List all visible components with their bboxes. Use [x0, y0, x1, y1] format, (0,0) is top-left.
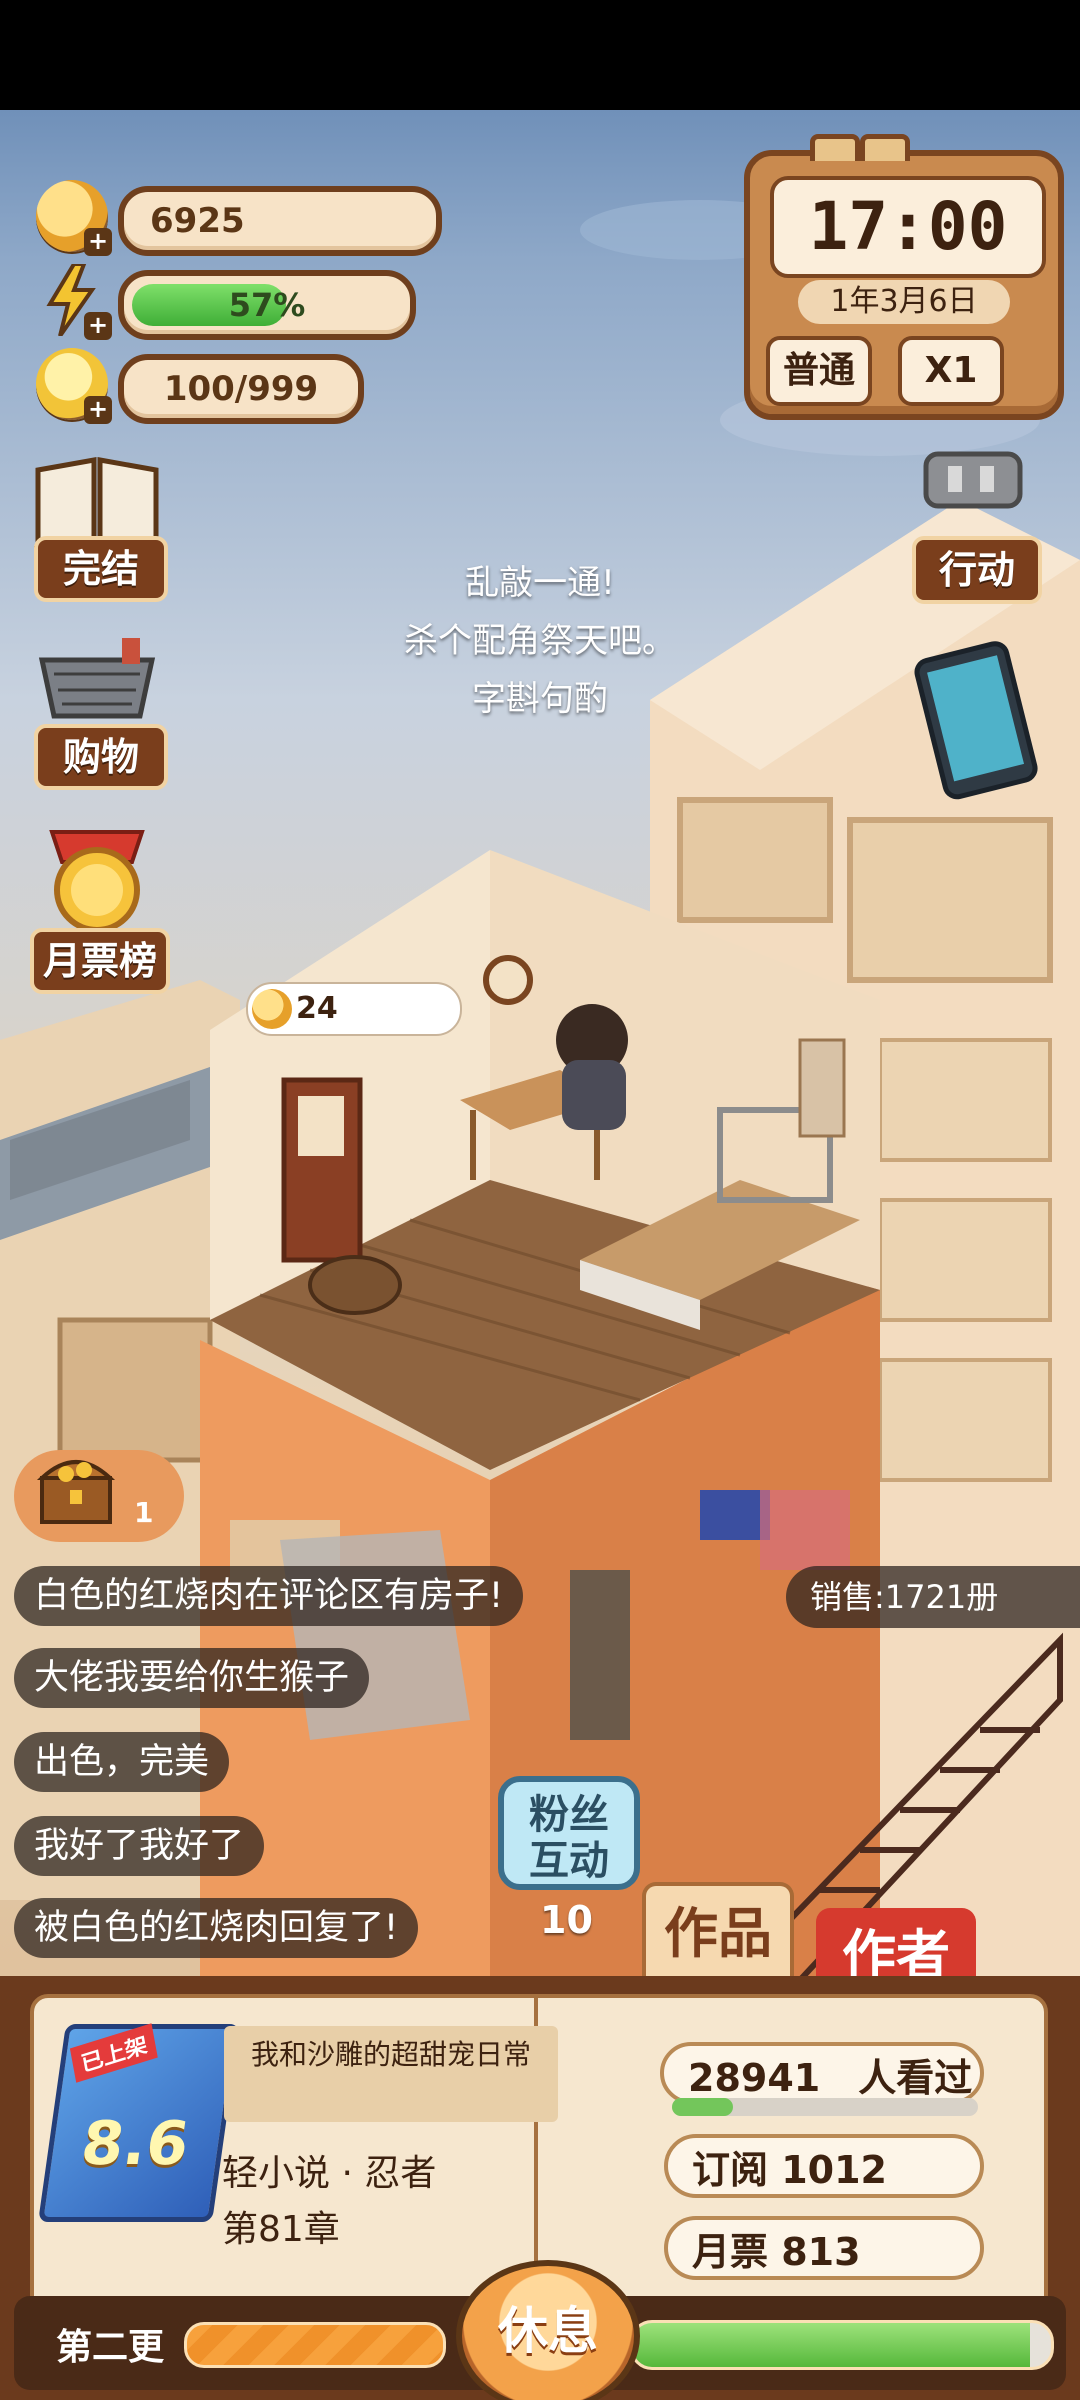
plus-icon[interactable]: + — [84, 396, 112, 424]
monthly-ticket-ranking-button[interactable]: 月票榜 — [22, 822, 172, 994]
views-progress-bar — [672, 2098, 978, 2116]
coin-pickup-amount: 24 — [296, 991, 338, 1026]
finish-label: 完结 — [34, 536, 168, 602]
speed-multiplier-button[interactable]: X1 — [898, 336, 1004, 406]
fan-interaction-button[interactable]: 粉丝 互动 — [498, 1776, 640, 1890]
energy-bolt-icon[interactable]: + — [36, 264, 112, 340]
floating-text-line: 字斟句酌 — [472, 679, 608, 719]
coin-icon — [252, 989, 292, 1029]
energy-bar: 57% — [118, 270, 416, 340]
lightbulb-plus-icon[interactable]: + — [36, 348, 112, 424]
coin-plus-icon[interactable]: + — [36, 180, 112, 256]
speed-mode-button[interactable]: 普通 — [766, 336, 872, 406]
chat-message: 被白色的红烧肉回复了! — [14, 1898, 419, 1958]
clock-date: 1年3月6日 — [798, 280, 1010, 324]
sales-count: 销售:1721册 — [786, 1566, 1080, 1628]
clock-knob-right — [860, 134, 910, 161]
inspiration-value: 100/999 — [118, 354, 364, 424]
book-score: 8.6 — [76, 2109, 194, 2179]
book-cover[interactable]: 已上架 8.6 — [38, 2023, 240, 2222]
writing-floating-text: 乱敲一通! 杀个配角祭天吧。 字斟句酌 — [340, 554, 740, 728]
update-count-label: 第二更 — [56, 2327, 165, 2368]
book-title: 我和沙雕的超甜宠日常 — [224, 2026, 558, 2122]
coin-pickup-bubble[interactable]: 24 — [246, 982, 462, 1036]
floating-text-line: 乱敲一通! — [465, 563, 615, 603]
views-progress-fill — [672, 2098, 734, 2116]
floating-text-line: 杀个配角祭天吧。 — [404, 621, 676, 661]
game-screen: + 6925 + 57% + 100/999 17:00 1年3月6日 普通 X… — [0, 0, 1080, 2400]
plus-icon[interactable]: + — [84, 228, 112, 256]
finish-button[interactable]: 完结 — [22, 450, 172, 606]
update-progress-bar — [184, 2322, 446, 2368]
book-chapter: 第81章 — [222, 2209, 340, 2250]
writing-progress-bar — [630, 2320, 1054, 2370]
monthly-ticket-ranking-label: 月票榜 — [30, 928, 170, 994]
fan-interaction-label: 互动 — [529, 1838, 609, 1884]
fan-interaction-label: 粉丝 — [529, 1792, 609, 1838]
plus-icon[interactable]: + — [84, 312, 112, 340]
book-status-tag: 已上架 — [69, 2023, 158, 2083]
tab-works[interactable]: 作品 — [642, 1882, 794, 1982]
chat-message: 大佬我要给你生猴子 — [14, 1648, 370, 1708]
medal-icon — [49, 830, 145, 932]
views-stat: 28941 人看过 — [660, 2042, 984, 2104]
chat-message: 我好了我好了 — [14, 1816, 265, 1876]
tablet-icon[interactable] — [912, 640, 1042, 800]
rest-button[interactable]: 休息 — [456, 2260, 640, 2400]
clock-knob-left — [810, 134, 860, 161]
action-button[interactable]: 行动 — [912, 536, 1042, 604]
shop-label: 购物 — [34, 724, 168, 790]
key-icon[interactable] — [918, 448, 1028, 528]
chat-message: 白色的红烧肉在评论区有房子! — [14, 1566, 524, 1626]
treasure-chest-icon — [36, 1460, 116, 1524]
game-clock: 17:00 1年3月6日 普通 X1 — [744, 134, 1064, 420]
clock-time: 17:00 — [770, 176, 1046, 278]
fan-interaction-count: 10 — [540, 1898, 593, 1942]
subscriptions-stat: 订阅 1012 — [664, 2134, 984, 2198]
coins-value: 6925 — [118, 186, 442, 256]
book-genre: 轻小说 · 忍者 — [222, 2153, 437, 2194]
treasure-count: 1 — [134, 1496, 154, 1529]
shop-button[interactable]: 购物 — [22, 630, 172, 790]
writing-progress-fill — [633, 2323, 1031, 2367]
tab-author[interactable]: 作者 — [816, 1908, 976, 1978]
chat-message: 出色，完美 — [14, 1732, 230, 1792]
energy-percent: 57% — [228, 286, 306, 324]
treasure-chest-button[interactable]: 1 — [14, 1450, 184, 1542]
monthly-tickets-stat: 月票 813 — [664, 2216, 984, 2280]
